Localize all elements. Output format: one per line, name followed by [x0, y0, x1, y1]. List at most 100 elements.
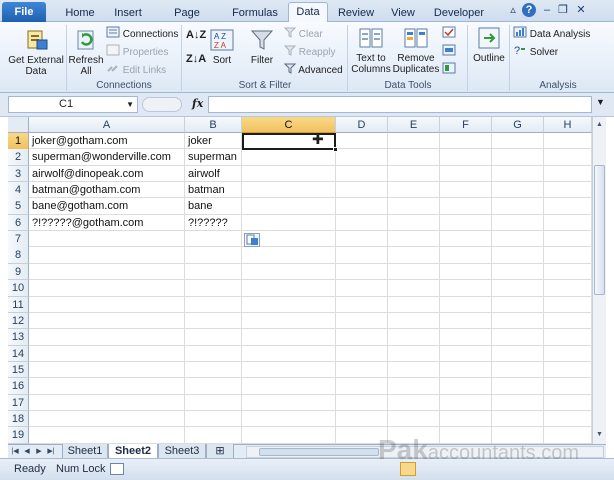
cell-a2[interactable]: superman@wonderville.com	[29, 149, 185, 165]
select-all-corner[interactable]	[8, 117, 29, 133]
vertical-scroll-thumb[interactable]	[594, 165, 605, 295]
row-header-19[interactable]: 19	[8, 427, 29, 444]
sheet-tab-sheet3[interactable]: Sheet3	[158, 444, 206, 459]
edit-links-button[interactable]: Edit Links	[106, 62, 166, 77]
filter-button[interactable]: Filter	[244, 28, 280, 66]
cell-b4[interactable]: batman	[185, 182, 242, 198]
help-icon[interactable]: ?	[522, 3, 536, 17]
cell-b6[interactable]: ?!?????	[185, 215, 242, 231]
window-close-icon[interactable]: ✕	[574, 3, 588, 17]
data-analysis-button[interactable]: Data Analysis	[513, 26, 590, 41]
name-box[interactable]: C1 ▼	[8, 96, 138, 113]
column-header-a[interactable]: A	[29, 117, 185, 133]
row-header-1[interactable]: 1	[8, 133, 29, 150]
tab-data[interactable]: Data	[288, 2, 328, 23]
connections-button[interactable]: Connections	[106, 26, 178, 41]
row-header-2[interactable]: 2	[8, 149, 29, 166]
grid-column-line	[387, 133, 388, 444]
worksheet-grid[interactable]: ABCDEFGH 1 2 3 4 5 6 7 8 9 10 11 12 13 14 15 16 17 18 19 j…	[8, 117, 592, 444]
tab-view[interactable]: View	[386, 4, 420, 22]
fill-handle[interactable]	[333, 147, 338, 152]
sheet-tab-sheet1[interactable]: Sheet1	[62, 444, 108, 459]
text-to-columns-button[interactable]: Text to Columns	[350, 26, 392, 75]
grid-row-line	[29, 295, 592, 297]
data-validation-button[interactable]	[442, 26, 460, 41]
cell-a3[interactable]: airwolf@dinopeak.com	[29, 166, 185, 182]
row-header-5[interactable]: 5	[8, 198, 29, 215]
grid-row-line	[29, 328, 592, 330]
tab-review[interactable]: Review	[336, 4, 376, 22]
outline-button[interactable]: Outline	[470, 26, 508, 64]
remove-duplicates-button[interactable]: Remove Duplicates	[392, 26, 440, 75]
row-header-13[interactable]: 13	[8, 329, 29, 346]
window-restore-icon[interactable]: ❐	[556, 3, 570, 17]
first-sheet-icon[interactable]: |◀	[10, 446, 20, 458]
column-header-g[interactable]: G	[492, 117, 544, 133]
row-header-6[interactable]: 6	[8, 214, 29, 232]
solver-button[interactable]: ? Solver	[513, 44, 558, 59]
window-minimize-icon[interactable]: –	[540, 3, 554, 17]
connections-label: Connections	[122, 29, 179, 41]
tab-page-layout[interactable]: Page Layout	[158, 4, 216, 37]
tab-formulas[interactable]: Formulas	[228, 4, 282, 22]
chevron-down-icon[interactable]: ▼	[126, 97, 134, 112]
vertical-scrollbar[interactable]: ▲ ▼	[592, 117, 606, 444]
row-header-14[interactable]: 14	[8, 345, 29, 363]
cell-b1[interactable]: joker	[185, 133, 242, 149]
formula-bar-expander[interactable]	[142, 97, 182, 112]
cell-b3[interactable]: airwolf	[185, 166, 242, 182]
formula-input[interactable]	[208, 96, 592, 113]
tab-insert[interactable]: Insert	[108, 4, 148, 22]
column-header-h[interactable]: H	[544, 117, 592, 133]
cell-b2[interactable]: superman	[185, 149, 242, 165]
clear-filter-button[interactable]: Clear	[283, 26, 323, 41]
column-header-d[interactable]: D	[336, 117, 388, 133]
prev-sheet-icon[interactable]: ◀	[22, 446, 32, 458]
sort-a-to-z-icon[interactable]: A↓Z	[186, 28, 206, 43]
tab-file[interactable]: File	[2, 2, 46, 22]
tab-developer[interactable]: Developer	[432, 4, 486, 22]
row-header-12[interactable]: 12	[8, 312, 29, 330]
minimize-ribbon-icon[interactable]: ▵	[506, 3, 520, 17]
row-header-7[interactable]: 7	[8, 231, 29, 248]
cell-a5[interactable]: bane@gotham.com	[29, 198, 185, 214]
row-header-9[interactable]: 9	[8, 263, 29, 281]
properties-button[interactable]: Properties	[106, 44, 168, 59]
sort-button[interactable]: A ZZ A Sort	[206, 28, 238, 66]
column-header-b[interactable]: B	[185, 117, 242, 133]
get-external-data-button[interactable]: Get External Data	[6, 28, 66, 77]
insert-function-icon[interactable]: fx	[192, 97, 203, 110]
cell-a4[interactable]: batman@gotham.com	[29, 182, 185, 198]
what-if-analysis-button[interactable]	[442, 62, 460, 77]
tab-home[interactable]: Home	[60, 4, 100, 22]
paste-options-icon[interactable]	[244, 233, 260, 247]
row-header-18[interactable]: 18	[8, 410, 29, 428]
horizontal-scroll-thumb[interactable]	[259, 448, 379, 456]
next-sheet-icon[interactable]: ▶	[34, 446, 44, 458]
column-header-e[interactable]: E	[388, 117, 440, 133]
expand-formula-bar-icon[interactable]: ▼	[596, 97, 605, 107]
cell-a6[interactable]: ?!?????@gotham.com	[29, 215, 185, 231]
cell-a1[interactable]: joker@gotham.com	[29, 133, 185, 149]
row-header-16[interactable]: 16	[8, 378, 29, 395]
row-header-4[interactable]: 4	[8, 182, 29, 199]
row-header-10[interactable]: 10	[8, 280, 29, 297]
row-header-8[interactable]: 8	[8, 247, 29, 264]
reapply-button[interactable]: Reapply	[283, 44, 335, 59]
row-header-3[interactable]: 3	[8, 165, 29, 183]
last-sheet-icon[interactable]: ▶|	[46, 446, 56, 458]
consolidate-button[interactable]	[442, 44, 460, 59]
grid-column-line	[491, 133, 492, 444]
cell-b5[interactable]: bane	[185, 198, 242, 214]
refresh-all-button[interactable]: Refresh All	[68, 28, 104, 77]
scroll-up-icon[interactable]: ▲	[594, 119, 605, 131]
macro-record-icon[interactable]	[110, 463, 124, 475]
row-header-17[interactable]: 17	[8, 394, 29, 412]
insert-sheet-icon[interactable]: ⊞	[206, 444, 234, 459]
row-header-11[interactable]: 11	[8, 296, 29, 313]
column-header-f[interactable]: F	[440, 117, 492, 133]
row-header-15[interactable]: 15	[8, 361, 29, 379]
scroll-down-icon[interactable]: ▼	[594, 429, 605, 441]
advanced-filter-button[interactable]: Advanced	[283, 62, 343, 77]
sort-z-to-a-icon[interactable]: Z↓A	[186, 52, 206, 67]
